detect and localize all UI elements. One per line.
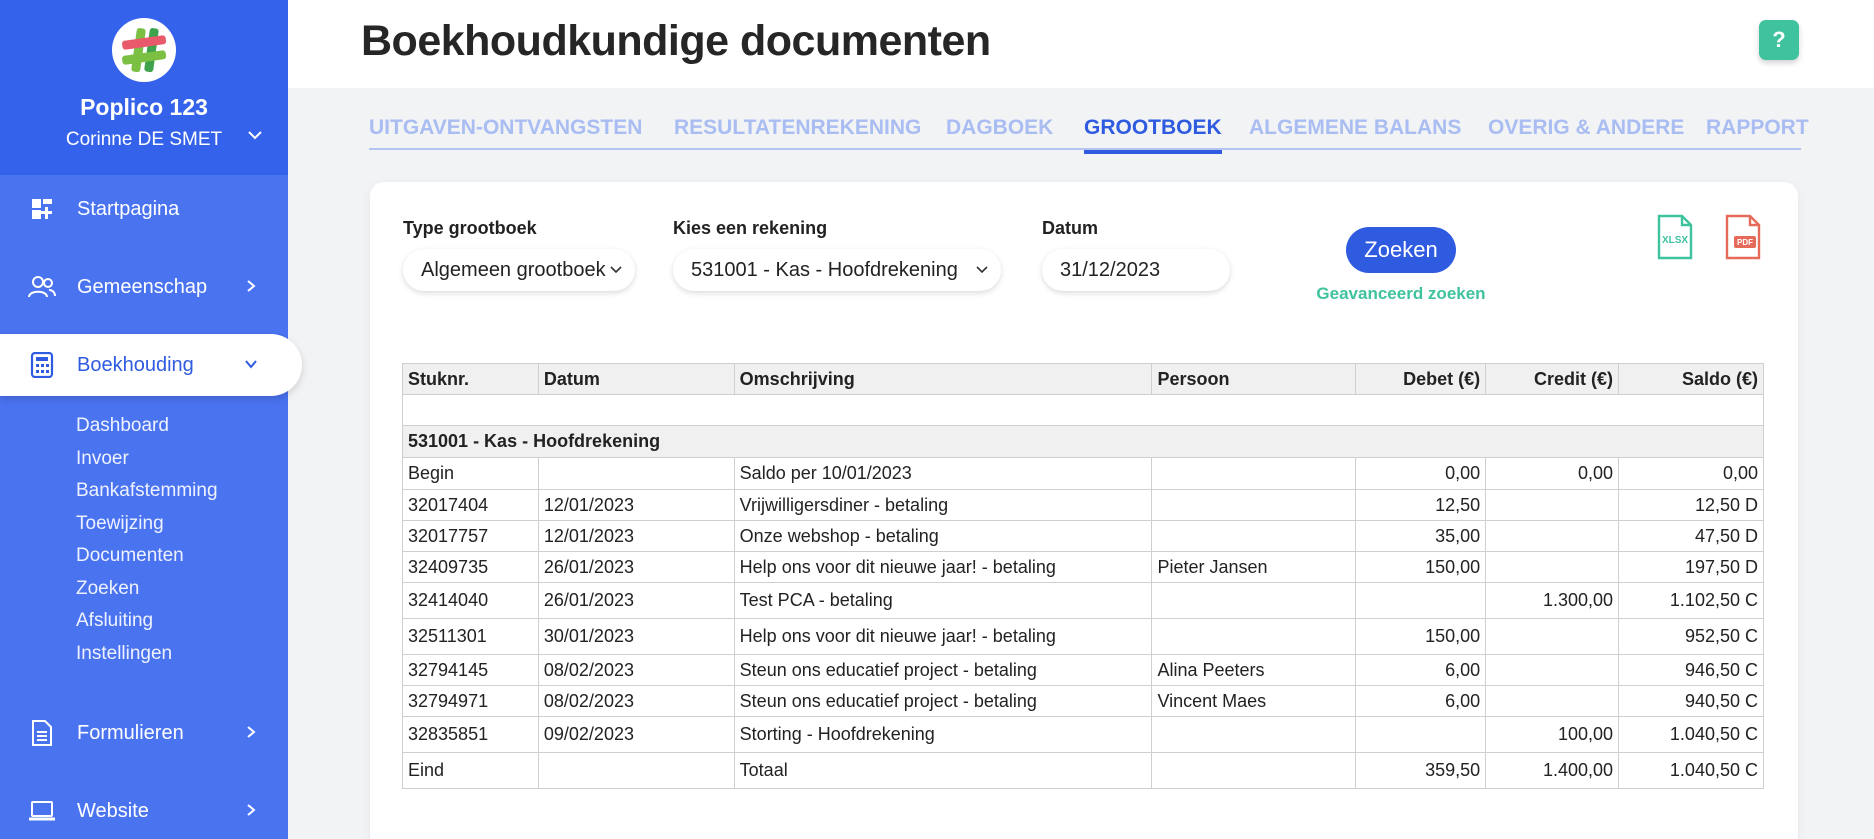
table-row: Begin Saldo per 10/01/2023 0,00 0,00 0,00 — [402, 457, 1764, 490]
submenu-item-bankafstemming[interactable]: Bankafstemming — [76, 475, 218, 508]
nav-boekhouding[interactable]: Boekhouding — [0, 334, 302, 396]
account-select-value: 531001 - Kas - Hoofdrekening — [691, 258, 958, 281]
column-header: Omschrijving — [733, 363, 1153, 395]
ledger-table: Stuknr. Datum Omschrijving Persoon Debet… — [402, 363, 1764, 789]
org-logo-icon — [112, 18, 176, 82]
svg-text:PDF: PDF — [1737, 238, 1753, 247]
table-row[interactable]: 32794145 08/02/2023 Steun ons educatief pr… — [402, 654, 1764, 686]
nav-website[interactable]: Website — [0, 780, 288, 839]
search-button[interactable]: Zoeken — [1346, 227, 1456, 273]
column-header: Datum — [537, 363, 735, 395]
table-row[interactable]: 32794971 08/02/2023 Steun ons educatief pr… — [402, 685, 1764, 717]
advanced-search-link[interactable]: Geavanceerd zoeken — [1316, 284, 1486, 304]
column-header: Credit (€) — [1485, 363, 1620, 395]
chevron-down-icon — [240, 353, 262, 375]
nav-formulieren[interactable]: Formulieren — [0, 702, 288, 764]
chevron-right-icon — [240, 799, 262, 821]
submenu-item-zoeken[interactable]: Zoeken — [76, 573, 218, 606]
nav-label: Boekhouding — [77, 353, 194, 376]
date-label: Datum — [1042, 218, 1099, 238]
nav-startpagina[interactable]: Startpagina — [0, 178, 288, 240]
calculator-icon — [27, 350, 57, 380]
nav-label: Startpagina — [77, 197, 180, 220]
type-select-value: Algemeen grootboek — [421, 258, 606, 281]
org-name: Poplico 123 — [80, 94, 208, 120]
account-group-row: 531001 - Kas - Hoofdrekening — [402, 425, 1764, 458]
svg-text:XLSX: XLSX — [1662, 235, 1688, 246]
sidebar-header: Poplico 123 Corinne DE SMET — [0, 0, 288, 175]
submenu-item-invoer[interactable]: Invoer — [76, 443, 218, 476]
submenu-item-dashboard[interactable]: Dashboard — [76, 410, 218, 443]
table-header-row: Stuknr. Datum Omschrijving Persoon Debet… — [402, 363, 1764, 395]
submenu-item-instellingen[interactable]: Instellingen — [76, 638, 218, 671]
page-header: Boekhoudkundige documenten ? — [288, 0, 1874, 88]
nav-gemeenschap[interactable]: Gemeenschap — [0, 256, 288, 318]
nav-label: Website — [77, 799, 149, 822]
total-row: Eind Totaal 359,50 1.400,00 1.040,50 C — [402, 752, 1764, 789]
column-header: Stuknr. — [402, 363, 539, 395]
column-header: Saldo (€) — [1618, 363, 1764, 395]
chevron-down-icon — [607, 261, 625, 279]
pdf-export-icon[interactable]: PDF — [1724, 214, 1762, 260]
type-label: Type grootboek — [403, 218, 537, 238]
table-row[interactable]: 32835851 09/02/2023 Storting - Hoofdrekeni… — [402, 716, 1764, 753]
chevron-down-icon — [973, 261, 991, 279]
account-select[interactable]: 531001 - Kas - Hoofdrekening — [673, 249, 1001, 291]
laptop-icon — [27, 796, 57, 826]
tab-grootboek[interactable]: GROOTBOEK — [1084, 116, 1222, 154]
document-tabs: UITGAVEN-ONTVANGSTEN RESULTATENREKENING … — [369, 112, 1809, 154]
tab-resultatenrekening[interactable]: RESULTATENREKENING — [674, 116, 921, 150]
submenu-item-afsluiting[interactable]: Afsluiting — [76, 605, 218, 638]
table-row[interactable]: 32414040 26/01/2023 Test PCA - betaling 1.3… — [402, 582, 1764, 619]
table-row[interactable]: 32017757 12/01/2023 Onze webshop - betalin… — [402, 520, 1764, 552]
table-row[interactable]: 32017404 12/01/2023 Vrijwilligersdiner - b… — [402, 489, 1764, 521]
tab-uitgaven-ontvangsten[interactable]: UITGAVEN-ONTVANGSTEN — [369, 116, 642, 150]
submenu-item-toewijzing[interactable]: Toewijzing — [76, 508, 218, 541]
column-header: Persoon — [1151, 363, 1357, 395]
chevron-down-icon[interactable] — [242, 122, 268, 148]
nav-label: Gemeenschap — [77, 275, 208, 298]
type-select[interactable]: Algemeen grootboek — [403, 249, 635, 291]
sidebar: Poplico 123 Corinne DE SMET Startpagina … — [0, 0, 302, 839]
form-icon — [27, 718, 57, 748]
table-row[interactable]: 32511301 30/01/2023 Help ons voor dit nieu… — [402, 618, 1764, 655]
blank-row — [402, 394, 1764, 426]
dashboard-icon — [27, 194, 57, 224]
xlsx-export-icon[interactable]: XLSX — [1656, 214, 1694, 260]
page-title: Boekhoudkundige documenten — [361, 17, 991, 65]
tab-overig-andere[interactable]: OVERIG & ANDERE — [1488, 116, 1684, 150]
tab-rapport[interactable]: RAPPORT — [1706, 116, 1809, 150]
chevron-right-icon — [240, 275, 262, 297]
tab-dagboek[interactable]: DAGBOEK — [946, 116, 1053, 150]
boekhouding-submenu: Dashboard Invoer Bankafstemming Toewijzi… — [76, 410, 218, 670]
user-name[interactable]: Corinne DE SMET — [66, 129, 222, 151]
date-input-value: 31/12/2023 — [1060, 258, 1161, 281]
ledger-card: Type grootboek Algemeen grootboek Kies e… — [370, 182, 1798, 839]
date-input[interactable]: 31/12/2023 — [1042, 249, 1230, 291]
tab-algemene-balans[interactable]: ALGEMENE BALANS — [1249, 116, 1461, 150]
table-row[interactable]: 32409735 26/01/2023 Help ons voor dit nieu… — [402, 551, 1764, 583]
column-header: Debet (€) — [1355, 363, 1487, 395]
account-group-title: 531001 - Kas - Hoofdrekening — [402, 425, 1764, 458]
account-label: Kies een rekening — [673, 218, 828, 238]
submenu-item-documenten[interactable]: Documenten — [76, 540, 218, 573]
help-button[interactable]: ? — [1759, 20, 1799, 60]
nav-label: Formulieren — [77, 721, 184, 744]
chevron-right-icon — [240, 721, 262, 743]
community-icon — [27, 272, 57, 302]
